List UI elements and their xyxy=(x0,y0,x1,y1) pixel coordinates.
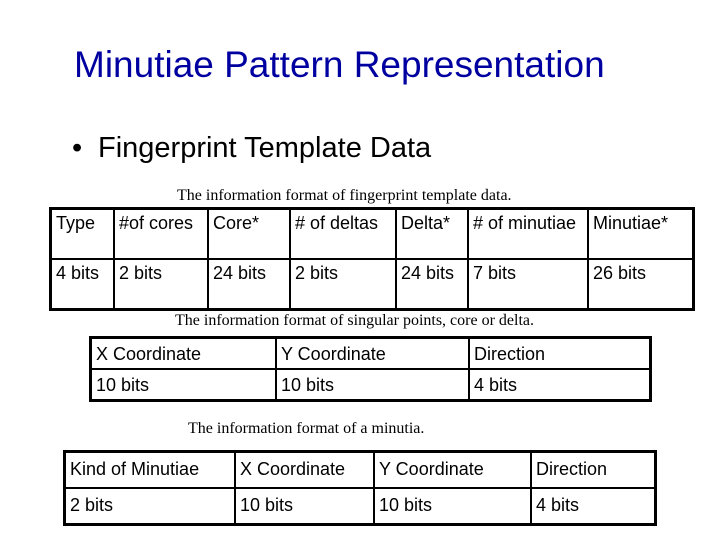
table-cell: 26 bits xyxy=(587,258,695,311)
table-cell: # of minutiae xyxy=(467,207,589,260)
table-row: 4 bits 2 bits 24 bits 2 bits 24 bits 7 b… xyxy=(49,258,695,311)
table-cell: 10 bits xyxy=(234,487,375,526)
table-header-row: Type #of cores Core* # of deltas Delta* … xyxy=(49,207,695,260)
table-cell: 10 bits xyxy=(373,487,532,526)
table-cell: Direction xyxy=(530,450,657,489)
singular-table-caption: The information format of singular point… xyxy=(175,312,535,329)
table-cell: 2 bits xyxy=(63,487,236,526)
table-cell: 4 bits xyxy=(468,368,652,402)
table-cell: 24 bits xyxy=(207,258,291,311)
table-cell: 10 bits xyxy=(275,368,470,402)
table-cell: Delta* xyxy=(395,207,469,260)
bullet-text: Fingerprint Template Data xyxy=(98,132,432,164)
table-cell: 2 bits xyxy=(113,258,209,311)
singular-points-table: X Coordinate Y Coordinate Direction 10 b… xyxy=(89,336,652,402)
template-data-table: Type #of cores Core* # of deltas Delta* … xyxy=(49,207,695,311)
table-cell: 24 bits xyxy=(395,258,469,311)
table-cell: 10 bits xyxy=(89,368,277,402)
table-cell: 4 bits xyxy=(49,258,115,311)
table-cell: Minutiae* xyxy=(587,207,695,260)
table-header-row: Kind of Minutiae X Coordinate Y Coordina… xyxy=(63,450,657,489)
table-cell: Core* xyxy=(207,207,291,260)
table-cell: 2 bits xyxy=(289,258,397,311)
bullet-item: • Fingerprint Template Data xyxy=(72,132,431,165)
table-cell: 4 bits xyxy=(530,487,657,526)
table-cell: Type xyxy=(49,207,115,260)
table-cell: # of deltas xyxy=(289,207,397,260)
table-cell: 7 bits xyxy=(467,258,589,311)
slide-title: Minutiae Pattern Representation xyxy=(74,44,605,85)
table-cell: Y Coordinate xyxy=(373,450,532,489)
template-table-caption: The information format of fingerprint te… xyxy=(177,187,512,204)
table-cell: X Coordinate xyxy=(234,450,375,489)
minutia-table: Kind of Minutiae X Coordinate Y Coordina… xyxy=(63,450,657,526)
table-cell: Direction xyxy=(468,336,652,370)
table-cell: Kind of Minutiae xyxy=(63,450,236,489)
table-row: 10 bits 10 bits 4 bits xyxy=(89,368,652,402)
table-header-row: X Coordinate Y Coordinate Direction xyxy=(89,336,652,370)
minutia-table-caption: The information format of a minutia. xyxy=(188,420,425,437)
table-row: 2 bits 10 bits 10 bits 4 bits xyxy=(63,487,657,526)
table-cell: Y Coordinate xyxy=(275,336,470,370)
table-cell: X Coordinate xyxy=(89,336,277,370)
table-cell: #of cores xyxy=(113,207,209,260)
bullet-icon: • xyxy=(72,132,83,164)
